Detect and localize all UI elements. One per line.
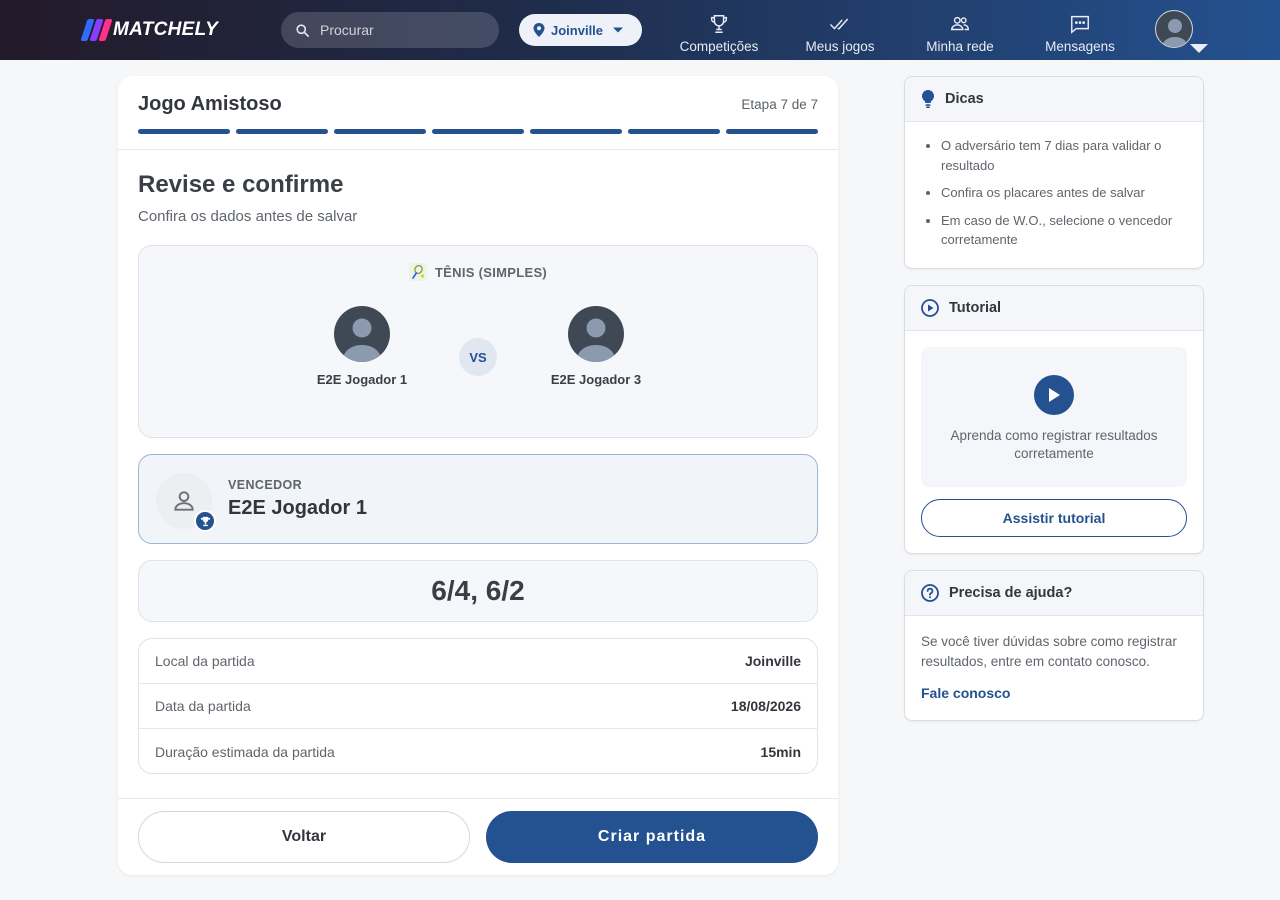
player-1: E2E Jogador 1 [282,306,442,387]
tip-item: Confira os placares antes de salvar [941,183,1187,203]
user-avatar-button[interactable] [1155,10,1193,48]
search-icon [296,23,309,37]
logo-mark-icon [80,18,113,42]
city-label: Joinville [551,22,604,38]
person-outline-icon [174,491,194,511]
step-progress-bar [138,129,818,134]
tips-header: Dicas [905,77,1203,122]
match-summary: TÊNIS (SIMPLES) E2E Jogador 1 VS E2E Jog… [138,245,818,438]
nav-mensagens[interactable]: Mensagens [1040,8,1120,54]
tips-list: O adversário tem 7 dias para validar o r… [905,122,1203,250]
nav-meus-jogos[interactable]: Meus jogos [800,8,880,54]
detail-value: 15min [760,743,801,760]
detail-label: Data da partida [155,698,251,714]
wizard-card: Jogo Amistoso Etapa 7 de 7 Revise e conf… [118,76,838,875]
user-avatar-icon [342,318,382,362]
tips-card: Dicas O adversário tem 7 dias para valid… [904,76,1204,269]
search-input[interactable] [320,22,480,38]
wizard-title: Jogo Amistoso [138,93,282,115]
player-2: E2E Jogador 3 [516,306,676,387]
detail-value: Joinville [744,653,801,669]
back-button[interactable]: Voltar [138,811,470,863]
sport-label-row: TÊNIS (SIMPLES) [139,263,817,281]
progress-segment [726,129,818,134]
help-title: Precisa de ajuda? [949,585,1073,601]
contact-us-link[interactable]: Fale conosco [921,685,1010,701]
trophy-badge-icon [194,510,216,532]
wizard-header: Jogo Amistoso Etapa 7 de 7 [118,76,838,150]
watch-tutorial-button[interactable]: Assistir tutorial [921,499,1187,537]
brand-name: MATCHELY [113,19,219,40]
lightbulb-icon [922,90,934,108]
help-card: Precisa de ajuda? Se você tiver dúvidas … [904,570,1204,721]
nav-competicoes[interactable]: Competições [676,8,762,54]
vs-badge: VS [459,338,497,376]
progress-segment [236,129,328,134]
tutorial-title: Tutorial [949,300,1002,316]
user-menu-caret-icon[interactable] [1190,44,1208,53]
help-circle-icon [921,584,939,602]
detail-label: Local da partida [155,653,255,669]
tennis-racket-icon [408,263,427,281]
progress-segment [628,129,720,134]
help-header: Precisa de ajuda? [905,571,1203,616]
double-check-icon [830,18,849,30]
player-1-avatar [334,306,390,362]
step-indicator: Etapa 7 de 7 [741,97,818,112]
nav-competicoes-label: Competições [679,39,759,54]
progress-segment [530,129,622,134]
winner-summary: VENCEDOR E2E Jogador 1 [138,454,818,544]
people-icon [951,16,969,31]
score-display: 6/4, 6/2 [138,560,818,622]
nav-minha-rede[interactable]: Minha rede [922,8,998,54]
search-box[interactable] [281,12,499,48]
chat-icon [1071,15,1089,34]
winner-name: E2E Jogador 1 [228,497,367,519]
tutorial-card: Tutorial Aprenda como registrar resultad… [904,285,1204,554]
detail-row: Local da partida Joinville [139,639,817,684]
tip-item: Em caso de W.O., selecione o vencedor co… [941,211,1187,250]
nav-minha-rede-label: Minha rede [926,39,994,54]
player-1-name: E2E Jogador 1 [316,372,408,387]
nav-mensagens-label: Mensagens [1045,39,1115,54]
detail-value: 18/08/2026 [730,698,801,714]
detail-label: Duração estimada da partida [155,743,335,760]
sport-label: TÊNIS (SIMPLES) [434,264,548,280]
chevron-down-icon [613,27,624,33]
player-2-name: E2E Jogador 3 [550,372,642,387]
help-description: Se você tiver dúvidas sobre como registr… [921,634,1177,669]
nav-meus-jogos-label: Meus jogos [805,39,875,54]
create-match-button[interactable]: Criar partida [486,811,818,863]
top-bar: MATCHELY Joinville Competições Meus jogo… [0,0,1280,60]
tutorial-video-preview[interactable]: Aprenda como registrar resultados corret… [921,347,1187,487]
tips-title: Dicas [945,91,984,107]
winner-label: VENCEDOR [228,478,303,492]
city-selector-button[interactable]: Joinville [519,14,642,46]
tutorial-description: Aprenda como registrar resultados corret… [950,428,1158,461]
user-avatar-icon [576,318,616,362]
user-avatar-icon [1156,11,1192,47]
progress-segment [138,129,230,134]
player-2-avatar [568,306,624,362]
match-details-list: Local da partida Joinville Data da parti… [138,638,818,774]
brand-logo[interactable]: MATCHELY [80,16,219,44]
trophy-icon [710,15,728,33]
play-button-icon[interactable] [1034,375,1074,415]
progress-segment [334,129,426,134]
detail-row: Data da partida 18/08/2026 [139,684,817,729]
section-subtitle: Confira os dados antes de salvar [138,208,358,225]
location-pin-icon [533,23,545,37]
footer-divider [118,798,838,799]
section-title: Revise e confirme [138,171,344,198]
tip-item: O adversário tem 7 dias para validar o r… [941,136,1187,175]
progress-segment [432,129,524,134]
play-circle-icon [921,299,939,317]
detail-row: Duração estimada da partida 15min [139,729,817,773]
tutorial-header: Tutorial [905,286,1203,331]
